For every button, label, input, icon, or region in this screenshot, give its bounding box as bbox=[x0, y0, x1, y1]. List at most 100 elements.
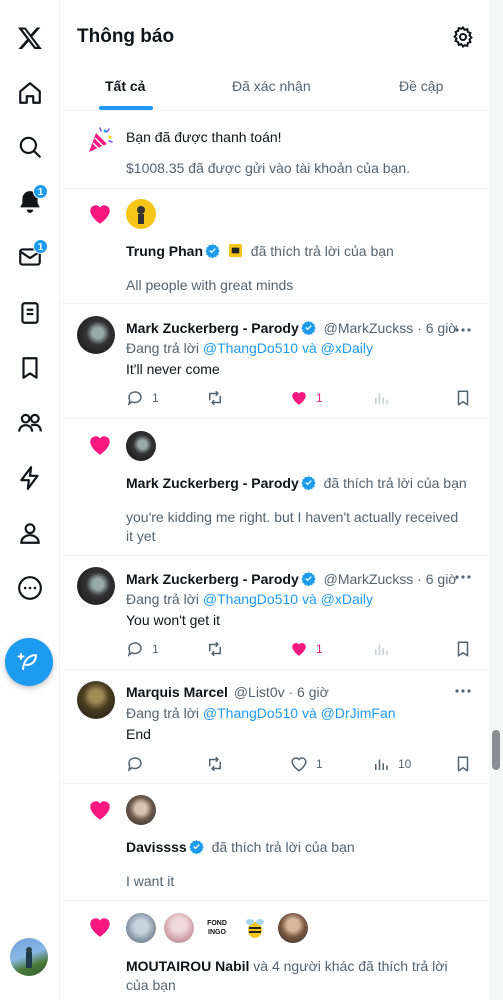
bookmark-button[interactable] bbox=[454, 640, 472, 658]
like-action-text: đã thích trả lời của bạn bbox=[211, 839, 355, 855]
mention-link[interactable]: @xDaily bbox=[321, 591, 373, 607]
heart-filled-icon bbox=[292, 392, 306, 405]
verified-badge-icon bbox=[205, 243, 220, 258]
reply-count: 1 bbox=[152, 642, 159, 656]
account-avatar[interactable] bbox=[10, 938, 48, 976]
avatar[interactable] bbox=[126, 431, 156, 461]
nav-rail: 1 1 bbox=[0, 0, 60, 1000]
avatar[interactable] bbox=[126, 199, 156, 229]
payment-title: Bạn đã được thanh toán! bbox=[126, 129, 282, 145]
settings-gear-icon[interactable] bbox=[451, 25, 475, 49]
active-tab-indicator bbox=[99, 106, 153, 110]
bookmark-icon bbox=[457, 756, 469, 772]
avatar[interactable] bbox=[126, 913, 156, 943]
repost-button[interactable] bbox=[206, 389, 224, 407]
user-name[interactable]: Davissss bbox=[126, 839, 187, 855]
like-notification[interactable]: Mark Zuckerberg - Parody đã thích trả lờ… bbox=[61, 420, 488, 556]
reply-notification[interactable]: Marquis Marcel @List0v · 6 giờ Đang trả … bbox=[61, 671, 488, 784]
mention-link[interactable]: @DrJimFan bbox=[321, 705, 396, 721]
reply-text: End bbox=[126, 726, 151, 742]
avatar[interactable] bbox=[126, 795, 156, 825]
premium-lightning-icon[interactable] bbox=[8, 456, 52, 500]
like-button[interactable]: 1 bbox=[290, 640, 323, 658]
reply-notification[interactable]: Mark Zuckerberg - Parody @MarkZuckss · 6… bbox=[61, 305, 488, 419]
user-name[interactable]: Mark Zuckerberg - Parody bbox=[126, 571, 299, 587]
profile-icon[interactable] bbox=[8, 511, 52, 555]
avatar[interactable] bbox=[77, 681, 115, 719]
repost-button[interactable] bbox=[206, 640, 224, 658]
reply-button[interactable]: 1 bbox=[126, 640, 159, 658]
heart-outline-icon bbox=[291, 757, 307, 772]
bookmark-button[interactable] bbox=[454, 755, 472, 773]
scrollbar-track[interactable] bbox=[489, 0, 503, 1000]
avatar-logo-text: FOND INGO bbox=[207, 920, 227, 936]
like-action-text: đã thích trả lời của bạn bbox=[323, 475, 467, 491]
communities-icon[interactable] bbox=[8, 401, 52, 445]
lists-icon[interactable] bbox=[8, 291, 52, 335]
like-action-text: đã thích trả lời của bạn bbox=[250, 243, 394, 259]
mention-link[interactable]: @ThangDo510 bbox=[203, 705, 298, 721]
avatar[interactable]: FOND INGO bbox=[202, 913, 232, 943]
replying-to-label: Đang trả lời bbox=[126, 591, 199, 607]
liked-reply-text-cont: it yet bbox=[126, 528, 156, 544]
comment-icon bbox=[127, 642, 142, 657]
mention-and: và bbox=[301, 591, 317, 607]
like-button[interactable]: 1 bbox=[290, 755, 323, 773]
avatar[interactable] bbox=[240, 913, 270, 943]
user-name[interactable]: MOUTAIROU Nabil bbox=[126, 958, 249, 974]
views-button[interactable] bbox=[372, 389, 390, 407]
mention-link[interactable]: @ThangDo510 bbox=[203, 591, 298, 607]
views-button[interactable]: 10 bbox=[372, 755, 411, 773]
avatar[interactable] bbox=[164, 913, 194, 943]
reply-button[interactable]: 1 bbox=[126, 389, 159, 407]
verified-badge-icon bbox=[301, 320, 316, 335]
like-notification[interactable]: Davissss đã thích trả lời của bạn I want… bbox=[61, 785, 488, 901]
affiliate-badge-icon bbox=[228, 243, 242, 258]
comment-icon bbox=[127, 757, 142, 772]
mention-link[interactable]: @ThangDo510 bbox=[203, 340, 298, 356]
like-notification[interactable]: Trung Phan đã thích trả lời của bạn All … bbox=[61, 189, 488, 304]
messages-envelope-icon[interactable]: 1 bbox=[8, 235, 52, 279]
like-notification[interactable]: FOND INGO MOUTAIROU Nabil và 4 người khá… bbox=[61, 902, 488, 1000]
tab-verified[interactable]: Đã xác nhận bbox=[232, 78, 311, 94]
avatar[interactable] bbox=[77, 567, 115, 605]
compose-post-button[interactable] bbox=[5, 638, 53, 686]
views-chart-icon bbox=[375, 644, 388, 655]
reply-button[interactable] bbox=[126, 755, 144, 773]
scrollbar-thumb[interactable] bbox=[492, 730, 500, 770]
more-dots-icon[interactable] bbox=[453, 569, 473, 585]
heart-icon bbox=[90, 801, 110, 820]
bookmarks-icon[interactable] bbox=[8, 346, 52, 390]
more-dots-icon[interactable] bbox=[453, 322, 473, 338]
verified-badge-icon bbox=[189, 839, 204, 854]
avatar[interactable] bbox=[77, 316, 115, 354]
like-button[interactable]: 1 bbox=[290, 389, 323, 407]
tab-all[interactable]: Tất cả bbox=[105, 78, 145, 94]
more-dots-icon[interactable] bbox=[453, 683, 473, 699]
notifications-bell-icon[interactable]: 1 bbox=[8, 180, 52, 224]
search-icon[interactable] bbox=[8, 125, 52, 169]
comment-icon bbox=[127, 391, 142, 406]
reply-count: 1 bbox=[152, 391, 159, 405]
more-options-icon[interactable] bbox=[8, 566, 52, 610]
x-logo-icon[interactable] bbox=[8, 16, 52, 60]
views-chart-icon bbox=[375, 393, 388, 404]
user-name[interactable]: Mark Zuckerberg - Parody bbox=[126, 475, 299, 491]
reply-notification[interactable]: Mark Zuckerberg - Parody @MarkZuckss · 6… bbox=[61, 557, 488, 670]
tab-mentions[interactable]: Đề cập bbox=[399, 78, 443, 94]
user-name[interactable]: Trung Phan bbox=[126, 243, 203, 259]
repost-button[interactable] bbox=[206, 755, 224, 773]
mention-link[interactable]: @xDaily bbox=[321, 340, 373, 356]
like-action-text: và 4 người khác đã thích trả lời bbox=[253, 958, 448, 974]
repost-icon bbox=[209, 641, 221, 657]
user-name[interactable]: Marquis Marcel bbox=[126, 684, 228, 700]
avatar[interactable] bbox=[278, 913, 308, 943]
verified-badge-icon bbox=[301, 475, 316, 490]
home-icon[interactable] bbox=[8, 71, 52, 115]
views-button[interactable] bbox=[372, 640, 390, 658]
user-name[interactable]: Mark Zuckerberg - Parody bbox=[126, 320, 299, 336]
payment-notification[interactable]: Bạn đã được thanh toán! $1008.35 đã được… bbox=[61, 111, 488, 189]
bookmark-icon bbox=[457, 390, 469, 406]
replying-to-label: Đang trả lời bbox=[126, 340, 199, 356]
bookmark-button[interactable] bbox=[454, 389, 472, 407]
